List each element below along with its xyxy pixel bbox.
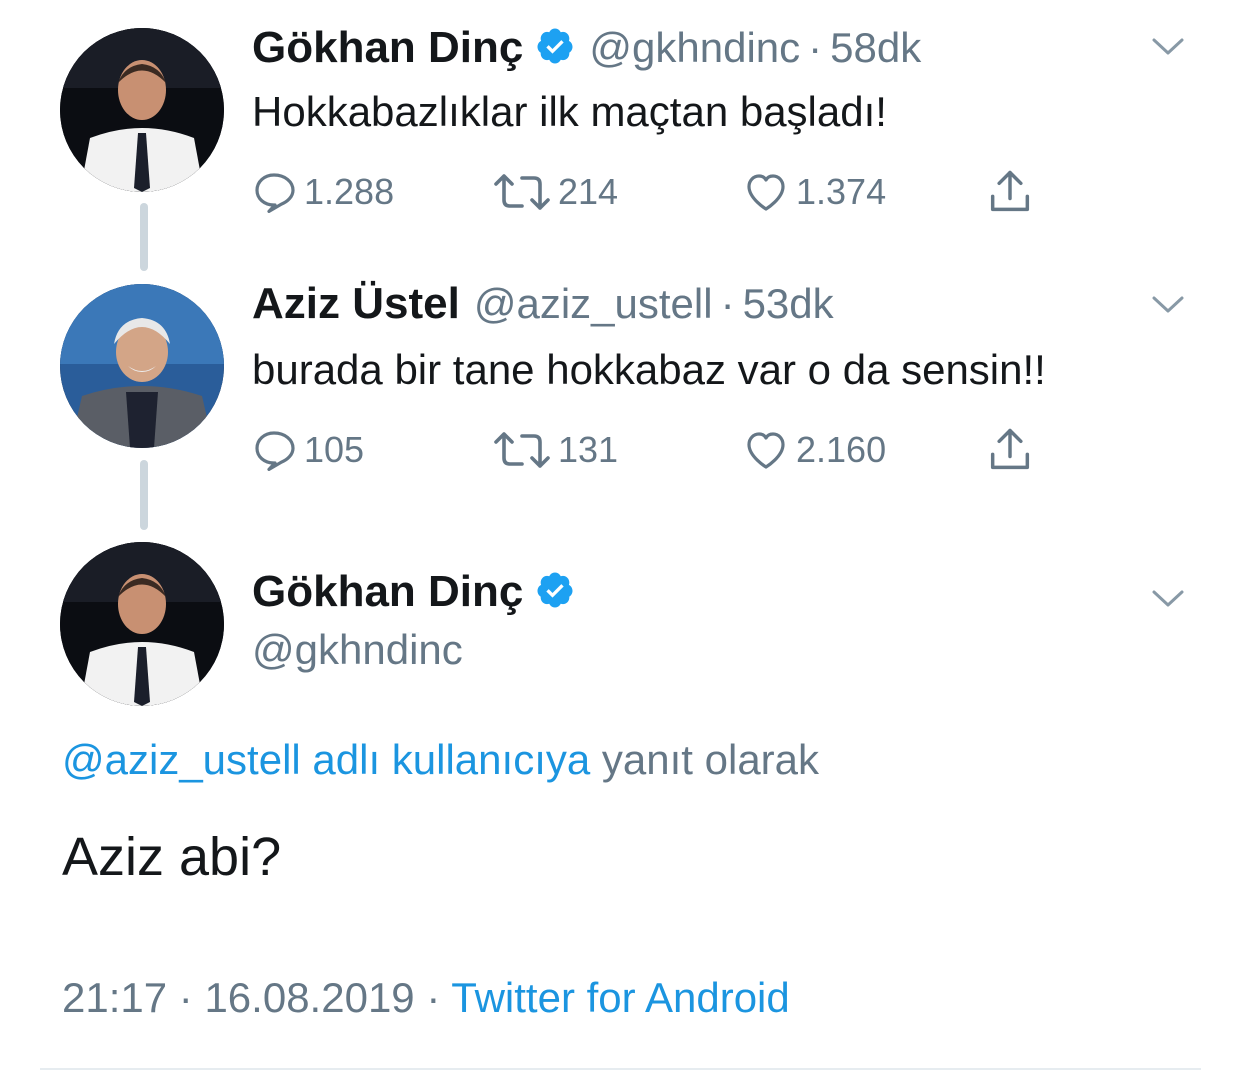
tweet-2-header: Aziz Üstel @aziz_ustell · 53dk [252,276,834,332]
like-icon [747,174,785,211]
retweet-button[interactable]: 131 [492,426,618,474]
main-tweet-header: Gökhan Dinç [252,564,575,620]
divider [40,1068,1201,1070]
thread-line-2 [140,460,148,530]
reply-count: 105 [304,429,365,470]
reply-count: 1.288 [304,171,395,212]
reply-icon [255,431,295,471]
chevron-down-icon[interactable] [1150,586,1186,615]
share-icon [990,428,1030,470]
like-button[interactable]: 2.160 [742,426,886,474]
retweet-icon [494,174,550,210]
meta-separator-2: · [426,974,441,1021]
chevron-down-icon[interactable] [1150,292,1186,321]
tweet-time[interactable]: 21:17 [62,974,167,1021]
reply-to-user-link[interactable]: @aziz_ustell adlı kullanıcıya [62,736,590,783]
meta-separator-1: · [178,974,193,1021]
tweet-2-author-name[interactable]: Aziz Üstel [252,279,460,329]
chevron-down-icon[interactable] [1150,34,1186,63]
retweet-count: 131 [558,429,619,470]
like-icon [747,432,785,469]
main-tweet-handle[interactable]: @gkhndinc [252,626,463,674]
thread-line-1 [140,203,148,271]
tweet-1-header: Gökhan Dinç @gkhndinc · 58dk [252,20,921,76]
reply-to-suffix: yanıt olarak [601,736,820,783]
reply-button[interactable]: 1.288 [250,168,394,216]
reply-button[interactable]: 105 [250,426,364,474]
tweet-2-time[interactable]: 53dk [743,280,834,328]
retweet-icon [494,432,550,468]
tweet-1-author-name[interactable]: Gökhan Dinç [252,23,523,73]
tweet-1-separator: · [808,24,823,71]
tweet-source-link[interactable]: Twitter for Android [451,974,789,1021]
reply-icon [255,173,295,213]
like-count: 2.160 [796,429,887,470]
reply-context: @aziz_ustell adlı kullanıcıya yanıt olar… [62,736,819,784]
tweet-date[interactable]: 16.08.2019 [204,974,414,1021]
verified-badge-icon [535,26,575,71]
tweet-2-separator: · [720,280,735,327]
retweet-button[interactable]: 214 [492,168,618,216]
verified-badge-icon [535,570,575,615]
main-tweet-author-name[interactable]: Gökhan Dinç [252,567,523,617]
main-tweet-text: Aziz abi? [62,827,282,887]
avatar-aziz[interactable] [60,284,224,448]
tweet-2-text: burada bir tane hokkabaz var o da sensin… [252,346,1046,393]
tweet-2-handle[interactable]: @aziz_ustell [474,280,713,328]
avatar-gokhan-1[interactable] [60,28,224,192]
tweet-1-text: Hokkabazlıklar ilk maçtan başladı! [252,88,887,135]
share-icon [990,170,1030,212]
tweet-metadata: 21:17 · 16.08.2019 · Twitter for Android [62,974,790,1022]
tweet-1-handle[interactable]: @gkhndinc [589,24,800,72]
retweet-count: 214 [558,171,619,212]
tweet-1-time[interactable]: 58dk [830,24,921,72]
share-button[interactable] [984,424,1042,476]
share-button[interactable] [984,166,1042,218]
avatar-gokhan-main[interactable] [60,542,224,706]
like-button[interactable]: 1.374 [742,168,886,216]
like-count: 1.374 [796,171,887,212]
